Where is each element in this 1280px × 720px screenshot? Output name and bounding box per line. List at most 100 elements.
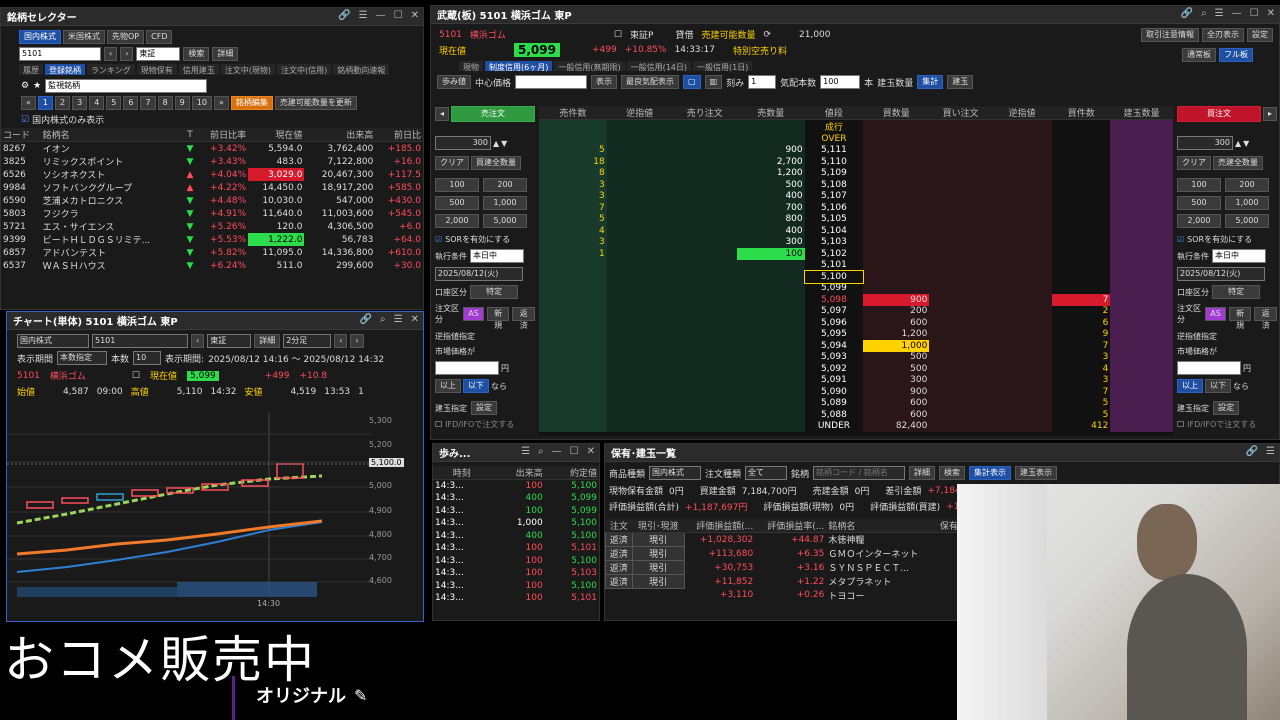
tab-domestic[interactable]: 国内株式 xyxy=(19,30,61,44)
menu-icon[interactable]: ☰ xyxy=(1266,446,1275,457)
book-row[interactable]: 5,090 900 7 xyxy=(539,386,1173,398)
period-select[interactable]: 本数指定 xyxy=(57,351,108,365)
exchange-select[interactable]: 東証 xyxy=(136,47,181,61)
page-5[interactable]: 5 xyxy=(106,96,122,110)
subtab-order-cash[interactable]: 注文中(現物) xyxy=(220,64,276,75)
maximize-icon[interactable]: ☐ xyxy=(570,446,579,457)
book-row[interactable]: 5,092 500 4 xyxy=(539,363,1173,375)
subtab-order-margin[interactable]: 注文中(信用) xyxy=(277,64,332,75)
chart-market-select[interactable]: 国内株式 xyxy=(17,334,89,348)
table-row[interactable]: 返済 現引 +11,852 +1.22 メタプラネット xyxy=(605,574,966,589)
table-row[interactable]: 3825 リミックスポイント ▼ +3.43% 483.0 7,122,800 +16.0 xyxy=(1,155,423,169)
close-button[interactable]: 返済 xyxy=(512,307,535,330)
qty-btn-2000[interactable]: 2,000 xyxy=(1177,214,1221,228)
layout-icon[interactable]: ▢ xyxy=(683,75,701,89)
ifd-checkbox[interactable]: ☐ xyxy=(1177,420,1184,429)
exec-date-select[interactable]: 2025/08/12(火) xyxy=(1177,267,1265,281)
full-display-button[interactable]: 全刃表示 xyxy=(1202,28,1244,42)
buy-allqty-button[interactable]: 売建全数量 xyxy=(1213,156,1263,170)
buy-qty-input[interactable]: 300 xyxy=(1177,136,1233,150)
delivery-button[interactable]: 現引 xyxy=(631,560,685,575)
page-7[interactable]: 7 xyxy=(140,96,156,110)
tab-general-1d[interactable]: 一般信用(1日) xyxy=(693,61,753,72)
position-view-button[interactable]: 建玉表示 xyxy=(1015,466,1058,480)
book-row[interactable]: 5,091 300 3 xyxy=(539,374,1173,386)
close-icon[interactable]: ✕ xyxy=(587,446,595,457)
account-select[interactable]: 特定 xyxy=(470,285,518,299)
book-row[interactable]: 8 1,200 5,109 xyxy=(539,167,1173,179)
qty-btn-1000[interactable]: 1,000 xyxy=(1225,196,1269,210)
update-qty-button[interactable]: 売建可能数量を更新 xyxy=(274,96,357,110)
qty-down-icon[interactable]: ▼ xyxy=(501,139,507,148)
tab-general-unlimited[interactable]: 一般信用(無期限) xyxy=(554,61,625,72)
page-3[interactable]: 3 xyxy=(72,96,88,110)
book-row[interactable]: 3 300 5,103 xyxy=(539,236,1173,248)
close-icon[interactable]: ✕ xyxy=(411,10,419,21)
new-button[interactable]: 新規 xyxy=(1228,307,1252,330)
new-button[interactable]: 新規 xyxy=(486,307,510,330)
table-row[interactable]: +3,110 +0.26 トヨコー xyxy=(606,589,966,602)
subtab-ranking[interactable]: ランキング xyxy=(87,64,135,75)
price-chart[interactable] xyxy=(7,412,423,612)
product-select[interactable]: 国内株式 xyxy=(649,466,702,480)
menu-icon[interactable]: ☰ xyxy=(394,314,403,325)
table-row[interactable]: 返済 現引 +1,028,302 +44.87 木徳神糧 xyxy=(605,532,966,547)
book-row[interactable]: 18 2,700 5,110 xyxy=(539,156,1173,168)
qty-btn-5000[interactable]: 5,000 xyxy=(1225,214,1269,228)
table-row[interactable]: 5803 フジクラ ▼ +4.91% 11,640.0 11,003,600 +545.0 xyxy=(1,207,423,221)
prev-icon[interactable]: ‹ xyxy=(191,334,205,348)
qty-btn-500[interactable]: 500 xyxy=(1177,196,1221,210)
book-row[interactable]: 1 100 5,102 xyxy=(539,248,1173,260)
exec-cond-select[interactable]: 本日中 xyxy=(1212,249,1266,263)
below-button[interactable]: 以下 xyxy=(463,379,489,393)
maximize-icon[interactable]: ☐ xyxy=(394,10,403,21)
table-row[interactable]: 8267 イオン ▼ +3.42% 5,594.0 3,762,400 +185.0 xyxy=(1,142,423,156)
close-position-button[interactable]: 返済 xyxy=(605,546,633,561)
aggregate-button[interactable]: 集計 xyxy=(917,75,944,89)
order-type-select[interactable]: 全て xyxy=(745,466,788,480)
book-row[interactable]: 5,093 500 3 xyxy=(539,351,1173,363)
link-icon[interactable]: 🔗 xyxy=(338,10,350,21)
table-row[interactable]: 9984 ソフトバンクグループ ▲ +4.22% 14,450.0 18,917,200 +… xyxy=(1,181,423,195)
star-icon[interactable]: ★ xyxy=(33,81,41,91)
book-row[interactable]: UNDER 82,400 412 xyxy=(539,420,1173,432)
edit-list-button[interactable]: 銘柄編集 xyxy=(230,96,273,110)
positions-search-button[interactable]: 検索 xyxy=(939,466,966,480)
delivery-button[interactable]: 現引 xyxy=(631,574,685,589)
tick-history-titlebar[interactable]: 歩み... ☰ ⌕ — ☐ ✕ xyxy=(433,444,599,462)
subtab-history[interactable]: 履歴 xyxy=(19,64,43,75)
subtab-registered[interactable]: 登録銘柄 xyxy=(45,64,85,75)
tab-cash[interactable]: 現物 xyxy=(459,61,483,72)
qty-btn-100[interactable]: 100 xyxy=(435,178,479,192)
table-row[interactable]: 5721 エス・サイエンス ▼ +5.26% 120.0 4,306,500 +6.0 xyxy=(1,220,423,234)
search-icon[interactable]: ⌕ xyxy=(380,314,386,325)
chart-code-input[interactable]: 5101 xyxy=(92,334,188,348)
page-next-icon[interactable]: » xyxy=(213,96,229,110)
collapse-icon[interactable]: ▸ xyxy=(1262,107,1277,121)
book-row[interactable]: 4 400 5,104 xyxy=(539,225,1173,237)
link-icon[interactable]: 🔗 xyxy=(360,314,372,325)
book-row[interactable]: 5 900 5,111 xyxy=(539,144,1173,156)
search-button[interactable]: 検索 xyxy=(183,47,210,61)
price-checkbox[interactable]: ☐ xyxy=(132,371,140,381)
tab-margin-6m[interactable]: 制度信用(6ヶ月) xyxy=(485,61,553,72)
position-set-button[interactable]: 設定 xyxy=(1213,401,1239,415)
sell-clear-button[interactable]: クリア xyxy=(435,156,469,170)
book-row[interactable]: 5,098 900 7 xyxy=(539,294,1173,306)
page-9[interactable]: 9 xyxy=(174,96,190,110)
tab-cfd[interactable]: CFD xyxy=(146,30,173,44)
delivery-button[interactable]: 現引 xyxy=(631,546,685,561)
qty-btn-500[interactable]: 500 xyxy=(435,196,479,210)
buy-clear-button[interactable]: クリア xyxy=(1177,156,1211,170)
buy-order-button[interactable]: 買注文 xyxy=(1177,106,1261,122)
stock-selector-titlebar[interactable]: 銘柄セレクター 🔗 ☰ — ☐ ✕ xyxy=(1,8,423,26)
book-row[interactable]: 5,100 xyxy=(539,270,1173,284)
book-row[interactable]: 5,094 1,000 7 xyxy=(539,340,1173,352)
above-button[interactable]: 以上 xyxy=(1177,379,1203,393)
page-8[interactable]: 8 xyxy=(157,96,173,110)
search-icon[interactable]: ⌕ xyxy=(538,446,544,457)
table-row[interactable]: 6537 ＷＡＳＨハウス ▼ +6.24% 511.0 299,600 +30.0 xyxy=(1,259,423,273)
aggregate-view-button[interactable]: 集計表示 xyxy=(969,466,1012,480)
next-icon[interactable]: › xyxy=(120,47,134,61)
link-icon[interactable]: 🔗 xyxy=(1181,8,1193,19)
